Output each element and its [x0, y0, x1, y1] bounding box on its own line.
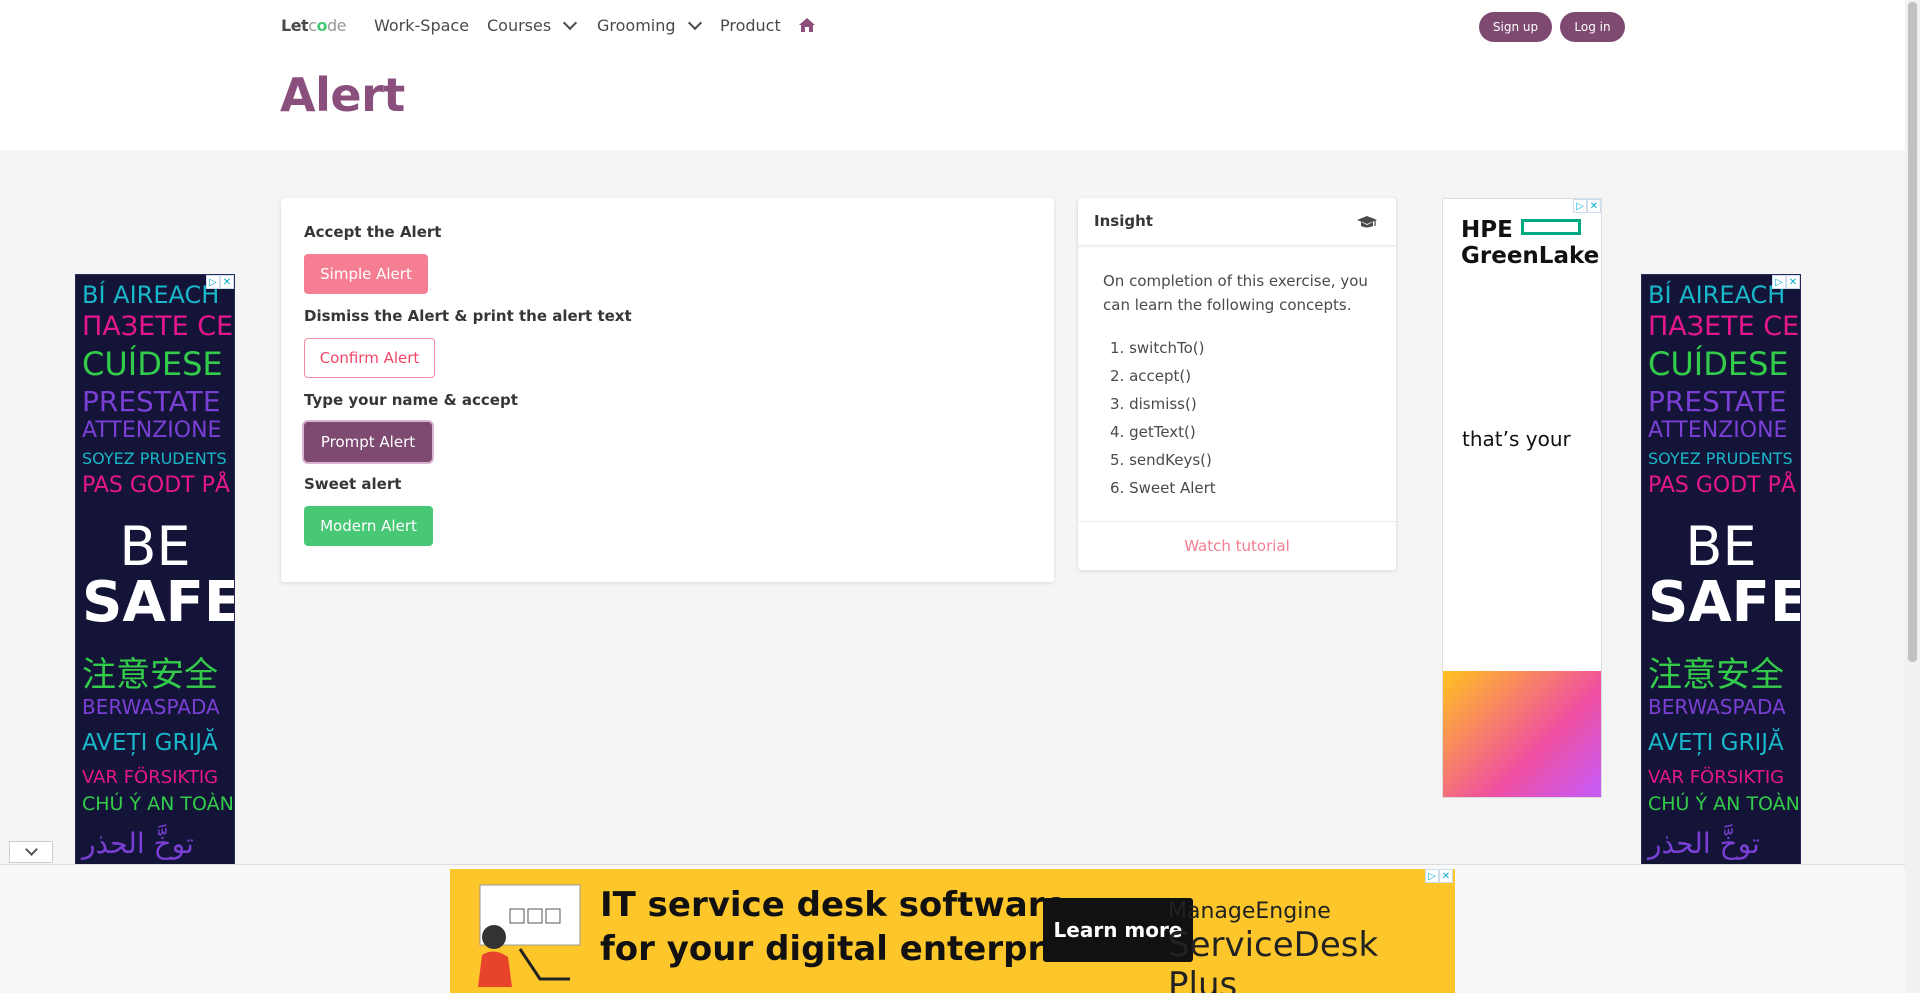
chevron-down-icon: [687, 15, 702, 31]
confirm-alert-button[interactable]: Confirm Alert: [304, 338, 435, 378]
modern-alert-button[interactable]: Modern Alert: [304, 506, 433, 546]
login-button[interactable]: Log in: [1560, 12, 1625, 42]
left-ad-banner[interactable]: BÍ AIREACH ПАЗЕТЕ СЕ CUÍDESE PRESTATE AT…: [75, 274, 235, 874]
manageengine-logo: ManageEngine: [1168, 899, 1331, 924]
simple-alert-button[interactable]: Simple Alert: [304, 254, 428, 294]
chevron-down-icon: [563, 15, 578, 31]
dismiss-alert-label: Dismiss the Alert & print the alert text: [304, 307, 632, 325]
prompt-alert-button[interactable]: Prompt Alert: [304, 422, 432, 462]
list-item: 2. accept(): [1110, 367, 1192, 385]
page-title: Alert: [280, 68, 405, 122]
side-collapse[interactable]: [9, 841, 53, 863]
hpe-gradient: [1443, 671, 1601, 797]
nav-workspace[interactable]: Work-Space: [374, 16, 469, 35]
insight-description: On completion of this exercise, you can …: [1103, 272, 1368, 314]
insight-header: Insight: [1078, 198, 1396, 246]
hpe-logo-rect: [1521, 219, 1581, 235]
list-item: 3. dismiss(): [1110, 395, 1197, 413]
sweet-alert-label: Sweet alert: [304, 475, 402, 493]
right-ad-banner[interactable]: BÍ AIREACH ПАЗЕТЕ СЕ CUÍDESE PRESTATE AT…: [1641, 274, 1801, 874]
hpe-ad-text: that’s your: [1462, 427, 1571, 451]
chevron-down-icon: [24, 843, 38, 856]
nav-courses[interactable]: Courses: [487, 15, 578, 35]
ad-close-icon[interactable]: ✕: [1587, 199, 1601, 213]
graduation-cap-icon: [1357, 216, 1377, 228]
hero: Alert: [0, 52, 1905, 150]
list-item: 4. getText(): [1110, 423, 1196, 441]
servicedesk-plus-logo: ServiceDesk Plus: [1168, 925, 1379, 993]
scrollbar-thumb[interactable]: [1908, 2, 1917, 662]
ad-info-icon[interactable]: ▷: [1772, 275, 1786, 289]
ad-info-icon[interactable]: ▷: [1425, 869, 1439, 883]
list-item: 5. sendKeys(): [1110, 451, 1212, 469]
ad-close-icon[interactable]: ✕: [220, 275, 234, 289]
banner-headline: IT service desk software for your digital…: [600, 885, 1100, 969]
ad-close-icon[interactable]: ✕: [1786, 275, 1800, 289]
bottom-ad-banner[interactable]: IT service desk software for your digital…: [450, 869, 1455, 993]
ad-info-icon[interactable]: ▷: [1573, 199, 1587, 213]
prompt-alert-label: Type your name & accept: [304, 391, 518, 409]
alert-exercise-card: Accept the Alert Simple Alert Dismiss th…: [281, 198, 1054, 582]
accept-alert-label: Accept the Alert: [304, 223, 442, 241]
insight-title: Insight: [1094, 212, 1153, 230]
watch-tutorial-link[interactable]: Watch tutorial: [1078, 521, 1396, 570]
signup-button[interactable]: Sign up: [1479, 12, 1552, 42]
brand-logo[interactable]: Letcode: [281, 16, 347, 35]
hpe-ad-banner[interactable]: HPE GreenLake that’s your ▷ ✕: [1442, 198, 1602, 798]
ad-close-icon[interactable]: ✕: [1439, 869, 1453, 883]
list-item: 6. Sweet Alert: [1110, 479, 1216, 497]
nav-product[interactable]: Product: [720, 16, 781, 35]
insight-card: Insight On completion of this exercise, …: [1078, 198, 1396, 570]
ad-info-icon[interactable]: ▷: [206, 275, 220, 289]
illustration-icon: [478, 884, 581, 987]
list-item: 1. switchTo(): [1110, 339, 1205, 357]
nav-grooming[interactable]: Grooming: [597, 15, 702, 35]
navbar: Letcode Work-Space Courses Grooming Prod…: [0, 0, 1905, 52]
home-icon[interactable]: [798, 17, 816, 33]
concept-list: 1. switchTo() 2. accept() 3. dismiss() 4…: [1110, 334, 1216, 502]
